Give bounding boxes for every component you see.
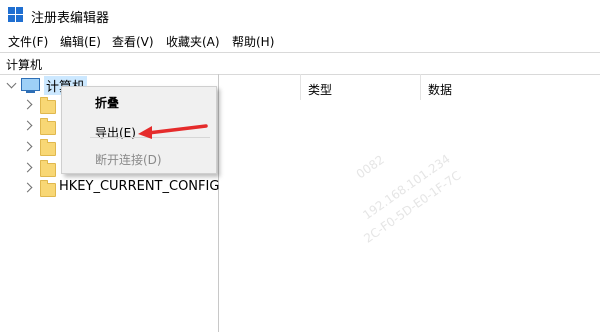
menu-file[interactable]: 文件(F) — [8, 33, 48, 50]
context-menu-disconnect[interactable]: 断开连接(D) — [95, 151, 162, 168]
column-header-data[interactable]: 数据 — [428, 81, 452, 98]
title-bar: 注册表编辑器 — [0, 0, 600, 30]
window-title: 注册表编辑器 — [31, 11, 110, 26]
folder-icon — [40, 139, 56, 156]
folder-icon — [40, 180, 56, 197]
folder-icon — [40, 160, 56, 177]
column-header-type[interactable]: 类型 — [308, 81, 332, 98]
registry-editor-icon — [8, 7, 24, 23]
context-menu-export[interactable]: 导出(E) — [95, 124, 136, 141]
context-menu-collapse[interactable]: 折叠 — [95, 94, 119, 111]
address-path: 计算机 — [6, 58, 43, 72]
menu-view[interactable]: 查看(V) — [112, 33, 154, 50]
menu-help[interactable]: 帮助(H) — [232, 33, 274, 50]
menu-bar: 文件(F) 编辑(E) 查看(V) 收藏夹(A) 帮助(H) — [0, 30, 600, 52]
column-divider[interactable] — [300, 74, 301, 100]
address-bar[interactable]: 计算机 — [0, 52, 600, 75]
tree-node-hkey-current-config[interactable]: HKEY_CURRENT_CONFIG — [59, 179, 219, 194]
folder-icon — [40, 97, 56, 114]
computer-icon — [21, 78, 40, 93]
column-divider[interactable] — [420, 74, 421, 100]
menu-favorites[interactable]: 收藏夹(A) — [166, 33, 220, 50]
red-arrow-annotation — [138, 124, 208, 139]
folder-icon — [40, 118, 56, 135]
menu-edit[interactable]: 编辑(E) — [60, 33, 101, 50]
